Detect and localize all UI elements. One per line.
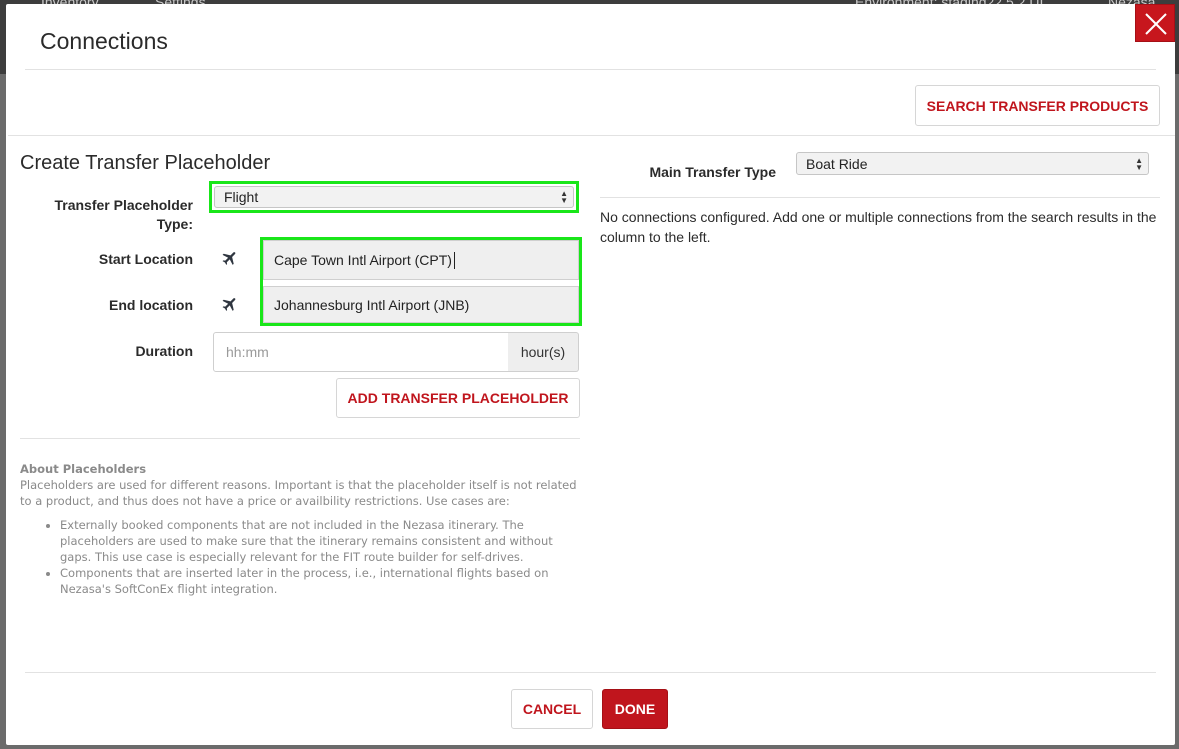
start-location-value: Cape Town Intl Airport (CPT)	[274, 252, 452, 268]
search-transfer-products-button[interactable]: SEARCH TRANSFER PRODUCTS	[915, 85, 1160, 126]
right-divider	[600, 197, 1160, 198]
about-list-item: Components that are inserted later in th…	[60, 565, 580, 597]
end-location-input[interactable]: Johannesburg Intl Airport (JNB)	[263, 286, 579, 323]
about-list: Externally booked components that are no…	[60, 517, 580, 597]
select-arrows-icon: ▲ ▼	[560, 189, 568, 205]
about-list-item: Externally booked components that are no…	[60, 517, 580, 565]
create-placeholder-title: Create Transfer Placeholder	[20, 152, 271, 174]
duration-unit: hour(s)	[508, 332, 579, 372]
start-location-label: Start Location	[98, 251, 193, 267]
about-divider	[20, 438, 580, 439]
no-connections-message: No connections configured. Add one or mu…	[600, 209, 1157, 245]
cancel-button[interactable]: CANCEL	[511, 689, 593, 729]
modal-title: Connections	[40, 28, 168, 54]
transfer-type-select[interactable]: Flight ▲ ▼	[214, 186, 574, 208]
end-location-label: End location	[109, 297, 193, 313]
end-location-value: Johannesburg Intl Airport (JNB)	[274, 296, 470, 313]
main-transfer-type-label: Main Transfer Type	[649, 164, 776, 180]
start-location-input[interactable]: Cape Town Intl Airport (CPT)	[263, 240, 579, 280]
duration-input[interactable]: hh:mm	[213, 332, 509, 372]
plane-icon	[222, 252, 236, 265]
footer-divider	[25, 672, 1156, 673]
transfer-type-value: Flight	[224, 189, 259, 205]
done-button[interactable]: DONE	[602, 689, 668, 729]
about-title: About Placeholders	[20, 462, 147, 476]
close-icon	[1145, 13, 1167, 35]
about-intro: Placeholders are used for different reas…	[20, 478, 577, 508]
about-placeholders: About Placeholders Placeholders are used…	[20, 461, 580, 597]
transfer-type-label: Transfer Placeholder Type:	[54, 197, 193, 232]
select-arrows-icon: ▲ ▼	[1135, 155, 1143, 172]
close-button[interactable]	[1135, 4, 1175, 42]
connections-modal: Connections SEARCH TRANSFER PRODUCTS Cre…	[6, 4, 1175, 745]
add-transfer-placeholder-button[interactable]: ADD TRANSFER PLACEHOLDER	[336, 378, 580, 418]
duration-placeholder: hh:mm	[226, 344, 269, 360]
plane-icon	[222, 298, 236, 311]
duration-label: Duration	[135, 343, 193, 359]
title-divider	[25, 69, 1156, 70]
main-transfer-type-value: Boat Ride	[806, 155, 868, 172]
header-divider	[8, 135, 1175, 136]
main-transfer-type-select[interactable]: Boat Ride ▲ ▼	[796, 152, 1149, 175]
